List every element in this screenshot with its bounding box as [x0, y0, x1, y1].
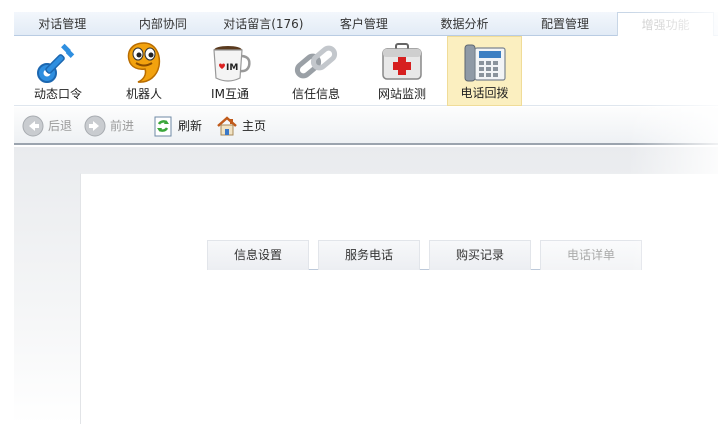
forward-label: 前进: [110, 119, 135, 133]
menu-tab-enhanced-features[interactable]: 增强功能: [617, 12, 714, 37]
content-panel: [80, 173, 718, 424]
toolbar-item-label: 动态口令: [33, 87, 82, 101]
chain-link-icon: [294, 45, 338, 79]
tab-service-phone[interactable]: 服务电话: [318, 240, 420, 270]
toolbar-item-site-monitor[interactable]: 网站监测: [360, 36, 444, 106]
refresh-icon: [154, 116, 172, 137]
menu-tab-customer-management[interactable]: 客户管理: [316, 12, 413, 36]
home-button[interactable]: 主页: [216, 115, 272, 137]
key-icon: [37, 43, 75, 83]
im-cup-icon: IM: [213, 46, 251, 82]
home-label: 主页: [242, 119, 267, 133]
toolbar-item-label: 信任信息: [291, 87, 340, 101]
phone-callback-tabs: 信息设置 服务电话 购买记录 电话详单: [207, 240, 642, 270]
toolbar-item-label: 电话回拨: [460, 86, 509, 100]
toolbar-item-trust-info[interactable]: 信任信息: [274, 36, 358, 106]
refresh-button[interactable]: 刷新: [152, 115, 208, 137]
forward-button[interactable]: 前进: [84, 115, 140, 137]
tab-call-details[interactable]: 电话详单: [540, 240, 642, 270]
navigation-bar: 后退 前进 刷新 主页: [14, 107, 718, 145]
main-menu-bar: 对话管理 内部协同 对话留言(176) 客户管理 数据分析 配置管理 增强功能: [14, 12, 718, 37]
robot-icon: [127, 42, 161, 83]
tab-purchase-records[interactable]: 购买记录: [429, 240, 531, 270]
toolbar-item-label: 机器人: [125, 87, 162, 101]
back-button[interactable]: 后退: [22, 115, 78, 137]
back-label: 后退: [48, 119, 73, 133]
toolbar-item-label: IM互通: [211, 87, 249, 101]
menu-tab-data-analysis[interactable]: 数据分析: [416, 12, 513, 36]
menu-tab-configuration[interactable]: 配置管理: [517, 12, 614, 36]
arrow-right-icon: [84, 115, 106, 137]
first-aid-kit-icon: [382, 43, 422, 80]
toolbar-item-label: 网站监测: [377, 87, 426, 101]
svg-text:IM: IM: [226, 63, 238, 73]
phone-icon: [464, 44, 506, 82]
tab-info-settings[interactable]: 信息设置: [207, 240, 309, 270]
menu-tab-dialog-management[interactable]: 对话管理: [14, 12, 111, 36]
left-margin: [0, 0, 14, 424]
toolbar-item-phone-callback[interactable]: 电话回拨: [447, 36, 522, 106]
refresh-label: 刷新: [178, 119, 203, 133]
home-icon: [217, 116, 237, 136]
feature-toolbar: 动态口令 机器人 IM IM互通 信任信息 网站监测 电话回拨: [14, 36, 718, 106]
toolbar-item-robot[interactable]: 机器人: [102, 36, 186, 106]
toolbar-item-im-interop[interactable]: IM IM互通: [188, 36, 272, 106]
toolbar-item-dynamic-password[interactable]: 动态口令: [16, 36, 100, 106]
arrow-left-icon: [22, 115, 44, 137]
menu-tab-internal-collaboration[interactable]: 内部协同: [115, 12, 212, 36]
menu-tab-dialog-messages[interactable]: 对话留言(176): [215, 12, 312, 36]
